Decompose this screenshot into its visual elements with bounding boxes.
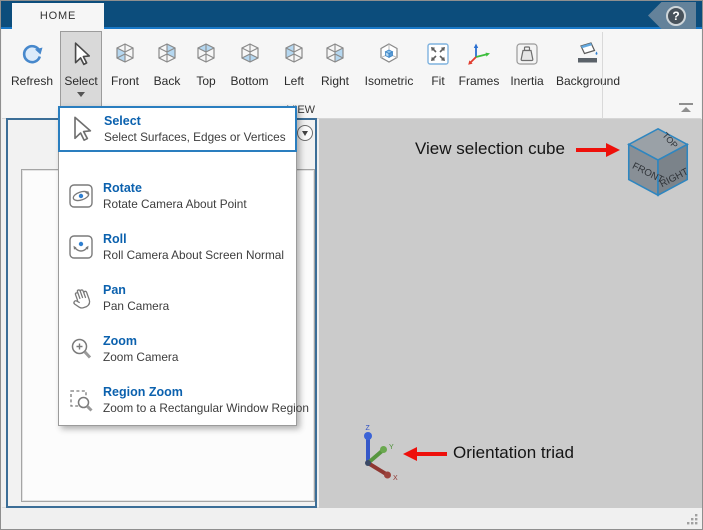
isometric-label: Isometric: [364, 74, 414, 88]
inertia-button[interactable]: Inertia: [505, 31, 549, 101]
ribbon-separator: [602, 32, 603, 130]
top-view-button[interactable]: Top: [189, 31, 223, 101]
frames-icon: [466, 38, 492, 70]
fit-button[interactable]: Fit: [423, 31, 453, 101]
orientation-triad: Z Y X: [364, 425, 398, 481]
back-view-button[interactable]: Back: [148, 31, 186, 101]
roll-icon: [65, 233, 97, 261]
menu-item-description: Rotate Camera About Point: [103, 196, 247, 211]
menu-item-roll[interactable]: Roll Roll Camera About Screen Normal: [59, 221, 296, 272]
back-label: Back: [153, 74, 181, 88]
refresh-button[interactable]: Refresh: [7, 31, 57, 101]
left-label: Left: [283, 74, 304, 88]
menu-item-description: Zoom Camera: [103, 349, 179, 364]
menu-item-title: Roll: [103, 231, 127, 246]
select-button[interactable]: Select: [60, 31, 102, 107]
cube-front-icon: [112, 38, 138, 70]
zoom-magnifier-icon: [65, 335, 97, 363]
background-icon: [574, 38, 602, 70]
cube-bottom-icon: [237, 38, 263, 70]
rotate-icon: [65, 182, 97, 210]
refresh-label: Refresh: [10, 74, 54, 88]
collapse-ribbon-button[interactable]: [679, 103, 693, 112]
menu-item-title: Rotate: [103, 180, 142, 195]
cursor-icon: [68, 38, 94, 70]
arrow-left-icon: [403, 447, 447, 461]
menu-item-description: Pan Camera: [103, 298, 170, 313]
cube-right-icon: [322, 38, 348, 70]
tab-home[interactable]: HOME: [12, 3, 104, 29]
menu-item-rotate[interactable]: Rotate Rotate Camera About Point: [59, 170, 296, 221]
frames-button[interactable]: Frames: [456, 31, 502, 101]
menu-item-title: Pan: [103, 282, 126, 297]
view-selection-cube[interactable]: TOP FRONT RIGHT: [619, 123, 697, 201]
background-button[interactable]: Background: [552, 31, 624, 101]
triad-annotation: Orientation triad: [453, 443, 574, 462]
cursor-icon: [66, 115, 98, 143]
select-dropdown-menu: Select Select Surfaces, Edges or Vertice…: [58, 106, 309, 426]
triad-z-label: Z: [366, 425, 371, 432]
help-button[interactable]: ?: [666, 5, 686, 26]
dropdown-caret-icon: [77, 92, 85, 97]
inertia-label: Inertia: [510, 74, 544, 88]
cube-left-icon: [281, 38, 307, 70]
top-label: Top: [196, 74, 216, 88]
inertia-icon: [514, 38, 540, 70]
triad-x-label: X: [393, 475, 398, 481]
menu-item-pan[interactable]: Pan Pan Camera: [59, 272, 296, 323]
isometric-icon: [376, 38, 402, 70]
frames-label: Frames: [458, 74, 500, 88]
menu-item-region-zoom[interactable]: Region Zoom Zoom to a Rectangular Window…: [59, 374, 309, 425]
cube-top-icon: [193, 38, 219, 70]
app-window: HOME ? Refresh Select Front Back Top Bot…: [0, 0, 703, 530]
menu-item-description: Zoom to a Rectangular Window Region: [103, 400, 309, 415]
right-view-button[interactable]: Right: [315, 31, 355, 101]
front-view-button[interactable]: Front: [105, 31, 145, 101]
tab-strip: [1, 1, 702, 29]
cube-back-icon: [154, 38, 180, 70]
pan-hand-icon: [65, 284, 97, 312]
menu-item-title: Zoom: [103, 333, 138, 348]
arrow-right-icon: [576, 143, 620, 157]
front-label: Front: [110, 74, 139, 88]
menu-item-title: Select: [104, 114, 141, 128]
viewport-canvas[interactable]: View selection cube TOP FRONT RIGHT Z Y …: [319, 119, 702, 508]
menu-item-select[interactable]: Select Select Surfaces, Edges or Vertice…: [58, 106, 297, 152]
fit-icon: [425, 38, 451, 70]
menu-item-zoom[interactable]: Zoom Zoom Camera: [59, 323, 296, 374]
menu-item-title: Region Zoom: [103, 384, 183, 399]
panel-collapse-button[interactable]: [297, 125, 313, 141]
triad-y-label: Y: [389, 444, 394, 451]
menu-item-description: Roll Camera About Screen Normal: [103, 247, 284, 262]
isometric-view-button[interactable]: Isometric: [358, 31, 420, 101]
select-label: Select: [64, 74, 98, 88]
fit-label: Fit: [431, 74, 445, 88]
view-cube-annotation: View selection cube: [415, 139, 565, 158]
menu-item-description: Select Surfaces, Edges or Vertices: [104, 130, 286, 144]
left-view-button[interactable]: Left: [276, 31, 312, 101]
background-label: Background: [555, 74, 621, 88]
right-label: Right: [320, 74, 349, 88]
bottom-label: Bottom: [230, 74, 269, 88]
status-bar: [2, 507, 701, 528]
resize-grip[interactable]: [686, 513, 698, 525]
refresh-icon: [18, 38, 46, 70]
region-zoom-icon: [65, 386, 97, 414]
bottom-view-button[interactable]: Bottom: [226, 31, 273, 101]
